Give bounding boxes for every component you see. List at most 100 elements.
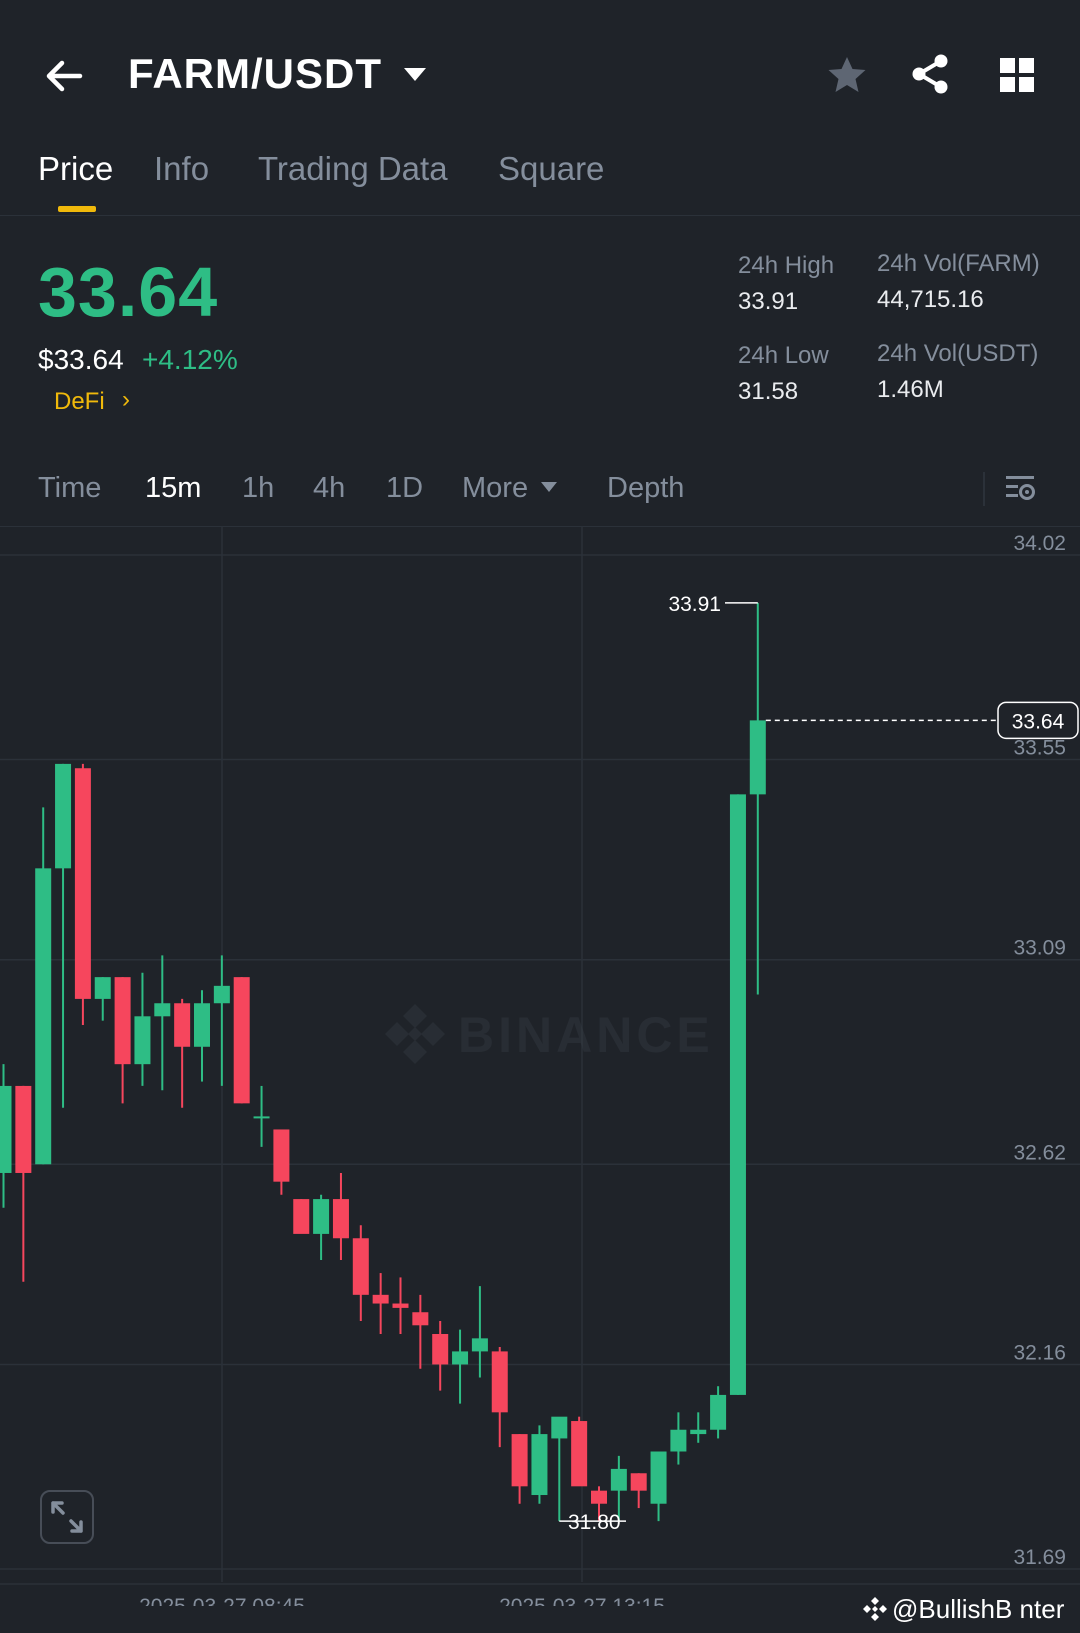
- candle-body: [313, 1199, 330, 1234]
- y-tick-label: 33.09: [1013, 937, 1066, 960]
- y-tick-label: 34.02: [1013, 532, 1066, 555]
- candle: [749, 602, 766, 995]
- candle-body: [412, 1312, 429, 1326]
- fullscreen-button[interactable]: [40, 1490, 94, 1544]
- tab-price[interactable]: Price: [38, 150, 113, 188]
- candle: [352, 1225, 369, 1321]
- candle: [332, 1172, 349, 1261]
- pair-title[interactable]: FARM/USDT: [128, 50, 382, 98]
- interval-1h[interactable]: 1h: [242, 472, 274, 505]
- x-tick-label: 2025-03-27 13:15: [499, 1595, 665, 1606]
- candle-body: [531, 1434, 548, 1496]
- x-tick-label: 2025-03-27 08:45: [139, 1595, 305, 1606]
- interval-4h[interactable]: 4h: [313, 472, 345, 505]
- candle-body: [491, 1351, 508, 1413]
- dropdown-caret-icon[interactable]: [402, 64, 428, 84]
- candle: [551, 1416, 568, 1522]
- chart-settings-icon[interactable]: [1004, 472, 1038, 506]
- candle-body: [134, 1016, 151, 1065]
- low-label: 24h Low: [738, 342, 829, 369]
- watermark-text: BINANCE: [458, 1007, 714, 1063]
- expand-icon: [51, 1501, 83, 1533]
- candle: [452, 1329, 469, 1404]
- candle: [531, 1425, 548, 1504]
- candle-body: [392, 1303, 409, 1308]
- candle-body: [452, 1351, 469, 1365]
- candle: [412, 1294, 429, 1369]
- high-marker-label: 33.91: [668, 593, 721, 616]
- candle: [194, 990, 210, 1082]
- star-icon[interactable]: [826, 54, 868, 96]
- back-arrow-icon[interactable]: [40, 52, 88, 100]
- candle-body: [690, 1429, 707, 1435]
- candle-body: [35, 868, 52, 1165]
- high-value: 33.91: [738, 288, 799, 315]
- candle-body: [650, 1451, 667, 1504]
- price-markers: 33.91 31.80 33.64: [559, 593, 1079, 1534]
- candle-body: [194, 1003, 210, 1047]
- candle-body: [729, 794, 746, 1395]
- low-marker-label: 31.80: [568, 1511, 621, 1534]
- vol-base-value: 44,715.16: [877, 286, 984, 313]
- candle-body: [372, 1294, 389, 1304]
- interval-more[interactable]: More: [462, 472, 528, 505]
- chevron-right-icon[interactable]: ›: [122, 386, 130, 414]
- tab-square[interactable]: Square: [498, 150, 604, 188]
- toolbar-divider: [983, 472, 985, 506]
- candle-body: [471, 1338, 488, 1352]
- candle-body: [114, 977, 131, 1065]
- category-tag[interactable]: DeFi: [54, 388, 105, 416]
- candle-body: [55, 763, 72, 869]
- candle: [710, 1386, 727, 1439]
- interval-depth[interactable]: Depth: [607, 472, 684, 505]
- y-tick-label: 32.62: [1013, 1141, 1066, 1164]
- candle-body: [174, 1003, 191, 1047]
- candle-body: [233, 977, 250, 1104]
- candlestick-chart[interactable]: BINANCE 34.02 33.55 33.09 32.62 32.16 31.69 2…: [0, 526, 1080, 1606]
- candle: [174, 998, 191, 1108]
- candle-body: [74, 768, 91, 999]
- author-handle: @BullishB nter: [892, 1594, 1065, 1624]
- interval-15m[interactable]: 15m: [145, 472, 201, 505]
- candle-body: [610, 1468, 627, 1491]
- candle: [670, 1412, 687, 1465]
- interval-1d[interactable]: 1D: [386, 472, 423, 505]
- candle-body: [432, 1333, 449, 1365]
- candle: [511, 1434, 528, 1504]
- candle-body: [670, 1429, 687, 1452]
- candle: [74, 763, 91, 1026]
- grid-icon[interactable]: [998, 56, 1036, 94]
- candle: [213, 955, 230, 1086]
- interval-time[interactable]: Time: [38, 472, 101, 505]
- share-icon[interactable]: [908, 52, 952, 96]
- low-value: 31.58: [738, 378, 799, 405]
- binance-logo-icon: [863, 1597, 887, 1621]
- candle: [571, 1416, 588, 1487]
- tab-info[interactable]: Info: [154, 150, 209, 188]
- y-axis-labels: 34.02 33.55 33.09 32.62 32.16 31.69: [1013, 532, 1066, 1569]
- candle: [94, 977, 111, 1021]
- vol-quote-value: 1.46M: [877, 376, 944, 403]
- candle: [35, 807, 52, 1165]
- vol-quote-label: 24h Vol(USDT): [877, 340, 1039, 367]
- candle-body: [551, 1416, 568, 1439]
- high-label: 24h High: [738, 252, 835, 279]
- active-tab-indicator: [58, 206, 96, 212]
- candle: [55, 763, 72, 1108]
- more-caret-icon[interactable]: [540, 480, 558, 494]
- candle-body: [749, 720, 766, 795]
- x-axis-labels: 2025-03-27 08:45 2025-03-27 13:15: [139, 1595, 665, 1606]
- last-price: 33.64: [38, 253, 219, 331]
- candle-body: [332, 1199, 349, 1239]
- candle: [154, 955, 171, 1091]
- tab-trading-data[interactable]: Trading Data: [258, 150, 448, 188]
- current-price-label: 33.64: [1012, 710, 1065, 733]
- candle: [134, 972, 151, 1086]
- candle-body: [571, 1421, 588, 1487]
- binance-watermark: BINANCE: [385, 1004, 714, 1064]
- candle: [114, 977, 131, 1104]
- candle-body: [630, 1473, 647, 1491]
- candle: [729, 794, 746, 1395]
- tabs-divider: [0, 215, 1080, 216]
- candle: [630, 1473, 647, 1509]
